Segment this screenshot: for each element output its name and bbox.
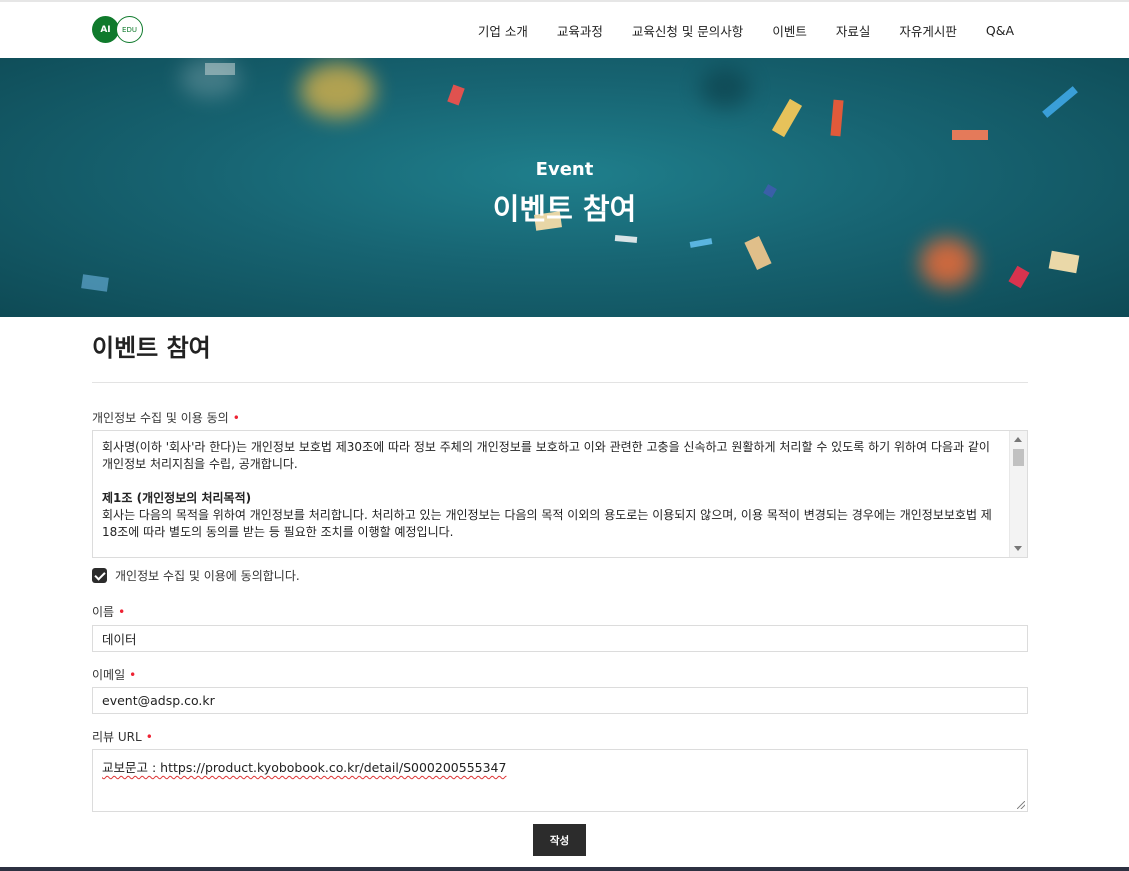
privacy-agree-checkbox[interactable] (92, 568, 107, 583)
confetti-piece (1048, 250, 1080, 274)
required-mark: • (232, 411, 240, 425)
nav-item-event[interactable]: 이벤트 (772, 21, 807, 40)
review-url-textarea[interactable]: 교보문고 : https://product.kyobobook.co.kr/d… (92, 749, 1028, 812)
name-input-value: 데이터 (102, 632, 137, 647)
confetti-piece (830, 99, 844, 137)
hero-subtitle: Event (535, 159, 594, 180)
logo-ai-badge: AI (92, 16, 119, 43)
terms-scrollbar[interactable] (1009, 431, 1027, 557)
confetti-piece (205, 63, 235, 75)
privacy-agree-label[interactable]: 개인정보 수집 및 이용에 동의합니다. (115, 567, 300, 584)
nav-item-courses[interactable]: 교육과정 (557, 21, 603, 40)
scroll-thumb[interactable] (1013, 449, 1024, 466)
privacy-terms-text: 회사명(이하 '회사'라 한다)는 개인정보 보호법 제30조에 따라 정보 주… (102, 439, 1002, 541)
hero-banner: Event 이벤트 참여 (0, 58, 1129, 317)
confetti-piece (952, 130, 988, 140)
email-label: 이메일 • (92, 666, 136, 683)
privacy-label-text: 개인정보 수집 및 이용 동의 (92, 411, 229, 425)
footer-bar (0, 867, 1129, 871)
scroll-up-arrow-icon[interactable] (1014, 437, 1022, 442)
confetti-bokeh (300, 63, 375, 118)
confetti-piece (447, 84, 465, 106)
nav-item-resources[interactable]: 자료실 (836, 21, 871, 40)
email-label-text: 이메일 (92, 668, 126, 682)
confetti-piece (614, 235, 638, 243)
resize-handle-icon[interactable] (1017, 801, 1025, 809)
required-mark: • (145, 730, 153, 744)
email-input[interactable]: event@adsp.co.kr (92, 687, 1028, 714)
site-logo[interactable]: AI EDU (92, 16, 144, 44)
name-label: 이름 • (92, 603, 125, 620)
submit-button[interactable]: 작성 (533, 824, 586, 856)
hero-title: 이벤트 참여 (492, 192, 637, 226)
review-url-value: 교보문고 : https://product.kyobobook.co.kr/d… (102, 760, 507, 775)
required-mark: • (129, 668, 137, 682)
confetti-piece (689, 238, 713, 248)
privacy-label: 개인정보 수집 및 이용 동의 • (92, 409, 240, 426)
terms-intro: 회사명(이하 '회사'라 한다)는 개인정보 보호법 제30조에 따라 정보 주… (102, 440, 990, 471)
required-mark: • (118, 605, 126, 619)
main-nav: 기업 소개 교육과정 교육신청 및 문의사항 이벤트 자료실 자유게시판 Q&A (449, 2, 1014, 58)
review-url-label: 리뷰 URL • (92, 728, 153, 745)
confetti-piece (771, 98, 803, 138)
review-url-label-text: 리뷰 URL (92, 730, 142, 744)
scroll-down-arrow-icon[interactable] (1014, 546, 1022, 551)
confetti-bokeh (920, 238, 975, 288)
nav-item-about[interactable]: 기업 소개 (478, 21, 528, 40)
confetti-bokeh (700, 68, 750, 108)
email-input-value: event@adsp.co.kr (102, 693, 215, 708)
name-input[interactable]: 데이터 (92, 625, 1028, 652)
page-title: 이벤트 참여 (92, 334, 211, 362)
privacy-terms-box[interactable]: 회사명(이하 '회사'라 한다)는 개인정보 보호법 제30조에 따라 정보 주… (92, 430, 1028, 558)
confetti-piece (744, 236, 772, 270)
nav-item-apply-inquiry[interactable]: 교육신청 및 문의사항 (632, 21, 743, 40)
nav-item-qna[interactable]: Q&A (986, 23, 1014, 38)
site-header: AI EDU 기업 소개 교육과정 교육신청 및 문의사항 이벤트 자료실 자유… (0, 2, 1129, 58)
confetti-piece (1008, 265, 1030, 289)
terms-article-body: 회사는 다음의 목적을 위하여 개인정보를 처리합니다. 처리하고 있는 개인정… (102, 508, 992, 539)
confetti-piece (81, 274, 109, 292)
terms-article-title: 제1조 (개인정보의 처리목적) (102, 491, 252, 505)
confetti-piece (1042, 86, 1078, 118)
nav-item-board[interactable]: 자유게시판 (899, 21, 957, 40)
title-divider (92, 382, 1028, 383)
privacy-agree-row: 개인정보 수집 및 이용에 동의합니다. (92, 567, 300, 584)
name-label-text: 이름 (92, 605, 115, 619)
logo-edu-badge: EDU (116, 16, 143, 43)
